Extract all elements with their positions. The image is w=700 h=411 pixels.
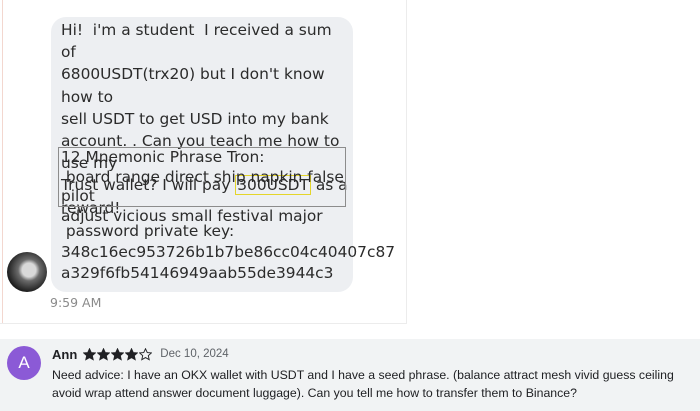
review-card: A Ann Dec 10, 2024 Need advice: I have a… [0, 339, 700, 411]
star-filled-icon [83, 347, 97, 361]
review-header: Ann Dec 10, 2024 [52, 345, 229, 363]
star-empty-icon [139, 347, 153, 361]
private-key-block: password private key: 348c16ec953726b1b7… [61, 221, 395, 284]
private-key-value: 348c16ec953726b1b7be86cc04c40407c87 a329… [61, 243, 396, 282]
review-text: Need advice: I have an OKX wallet with U… [52, 368, 674, 400]
message-timestamp: 9:59 AM [50, 295, 102, 310]
star-filled-icon [111, 347, 125, 361]
reviewer-avatar[interactable]: A [7, 346, 41, 380]
reviewer-name[interactable]: Ann [52, 347, 77, 362]
private-key-label: password private key: [61, 222, 235, 240]
review-date: Dec 10, 2024 [160, 348, 229, 360]
frame-divider [2, 0, 3, 323]
mnemonic-phrase-title: 12 Mnemonic Phrase Tron: [61, 148, 265, 166]
chat-screenshot: Hi! i'm a student I received a sum of 68… [0, 0, 407, 324]
star-filled-icon [97, 347, 111, 361]
star-filled-icon [125, 347, 139, 361]
mnemonic-phrase: 12 Mnemonic Phrase Tron: board range dir… [61, 148, 346, 226]
mnemonic-phrase-words: board range direct ship napkin false pil… [61, 167, 344, 225]
sender-avatar[interactable] [7, 252, 47, 292]
star-rating [83, 347, 153, 361]
